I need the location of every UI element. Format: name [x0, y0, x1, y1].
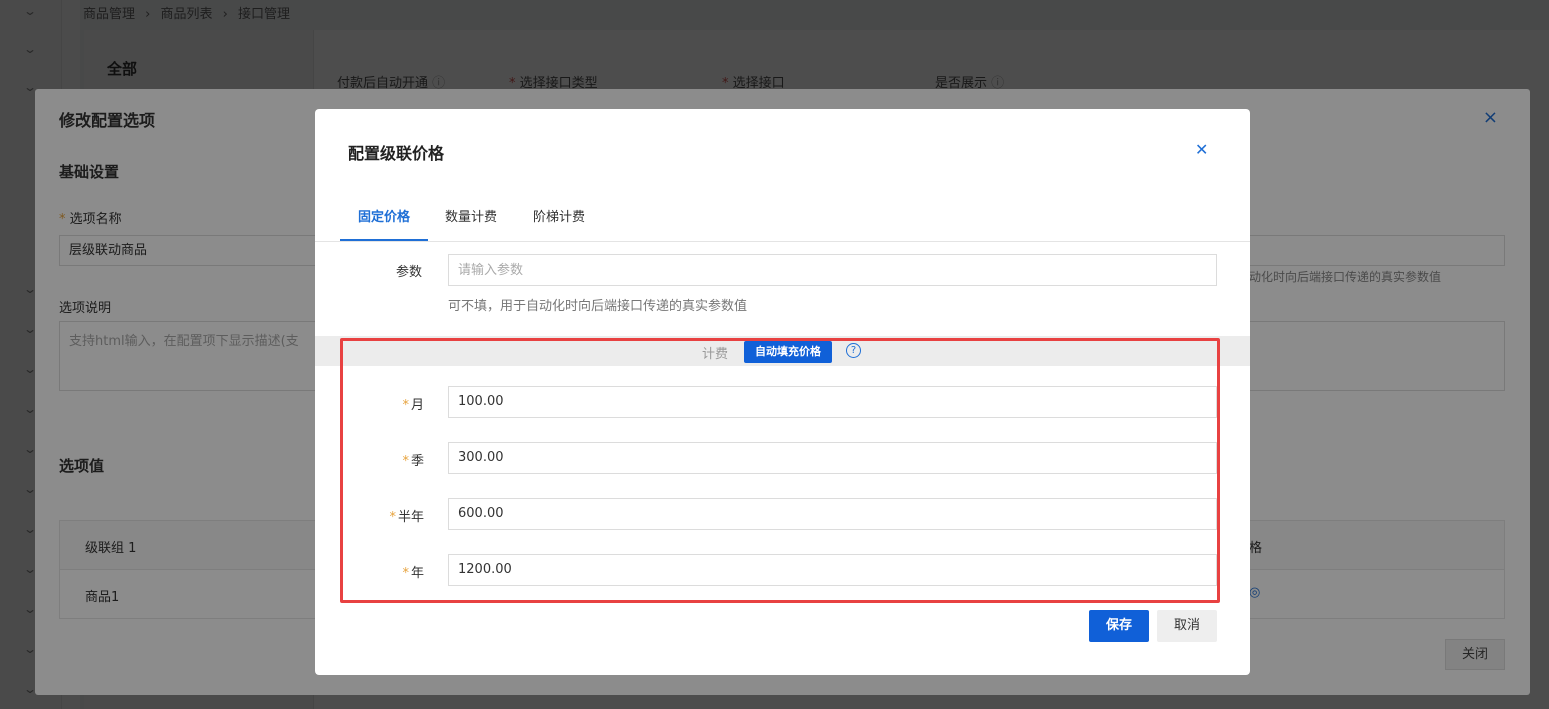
price-input-year[interactable]: 1200.00	[448, 554, 1217, 586]
param-label: 参数	[396, 265, 423, 280]
pricing-tabs: 固定价格 数量计费 阶梯计费	[315, 205, 1250, 242]
close-icon[interactable]: ✕	[1195, 140, 1208, 159]
param-input[interactable]	[448, 254, 1217, 286]
billing-label: 计费	[702, 347, 729, 362]
autofill-price-button[interactable]: 自动填充价格	[744, 341, 832, 363]
tab-fixed-price[interactable]: 固定价格	[340, 205, 428, 241]
tab-tiered-billing[interactable]: 阶梯计费	[521, 205, 597, 241]
dialog-title: 配置级联价格	[348, 144, 445, 163]
billing-section-header: 计费 自动填充价格 ?	[315, 336, 1250, 366]
help-icon[interactable]: ?	[846, 343, 861, 358]
price-input-quarter[interactable]: 300.00	[448, 442, 1217, 474]
price-input-month[interactable]: 100.00	[448, 386, 1217, 418]
price-label-quarter: * 季	[402, 454, 424, 469]
cascade-price-dialog: 配置级联价格 ✕ 固定价格 数量计费 阶梯计费 参数 可不填，用于自动化时向后端…	[315, 109, 1250, 675]
cancel-button[interactable]: 取消	[1157, 610, 1217, 642]
price-label-year: * 年	[402, 566, 424, 581]
price-label-month: * 月	[402, 398, 424, 413]
price-input-half-year[interactable]: 600.00	[448, 498, 1217, 530]
price-label-half-year: * 半年	[389, 510, 424, 525]
param-hint: 可不填，用于自动化时向后端接口传递的真实参数值	[448, 299, 748, 314]
save-button[interactable]: 保存	[1089, 610, 1149, 642]
tab-quantity-billing[interactable]: 数量计费	[433, 205, 509, 241]
